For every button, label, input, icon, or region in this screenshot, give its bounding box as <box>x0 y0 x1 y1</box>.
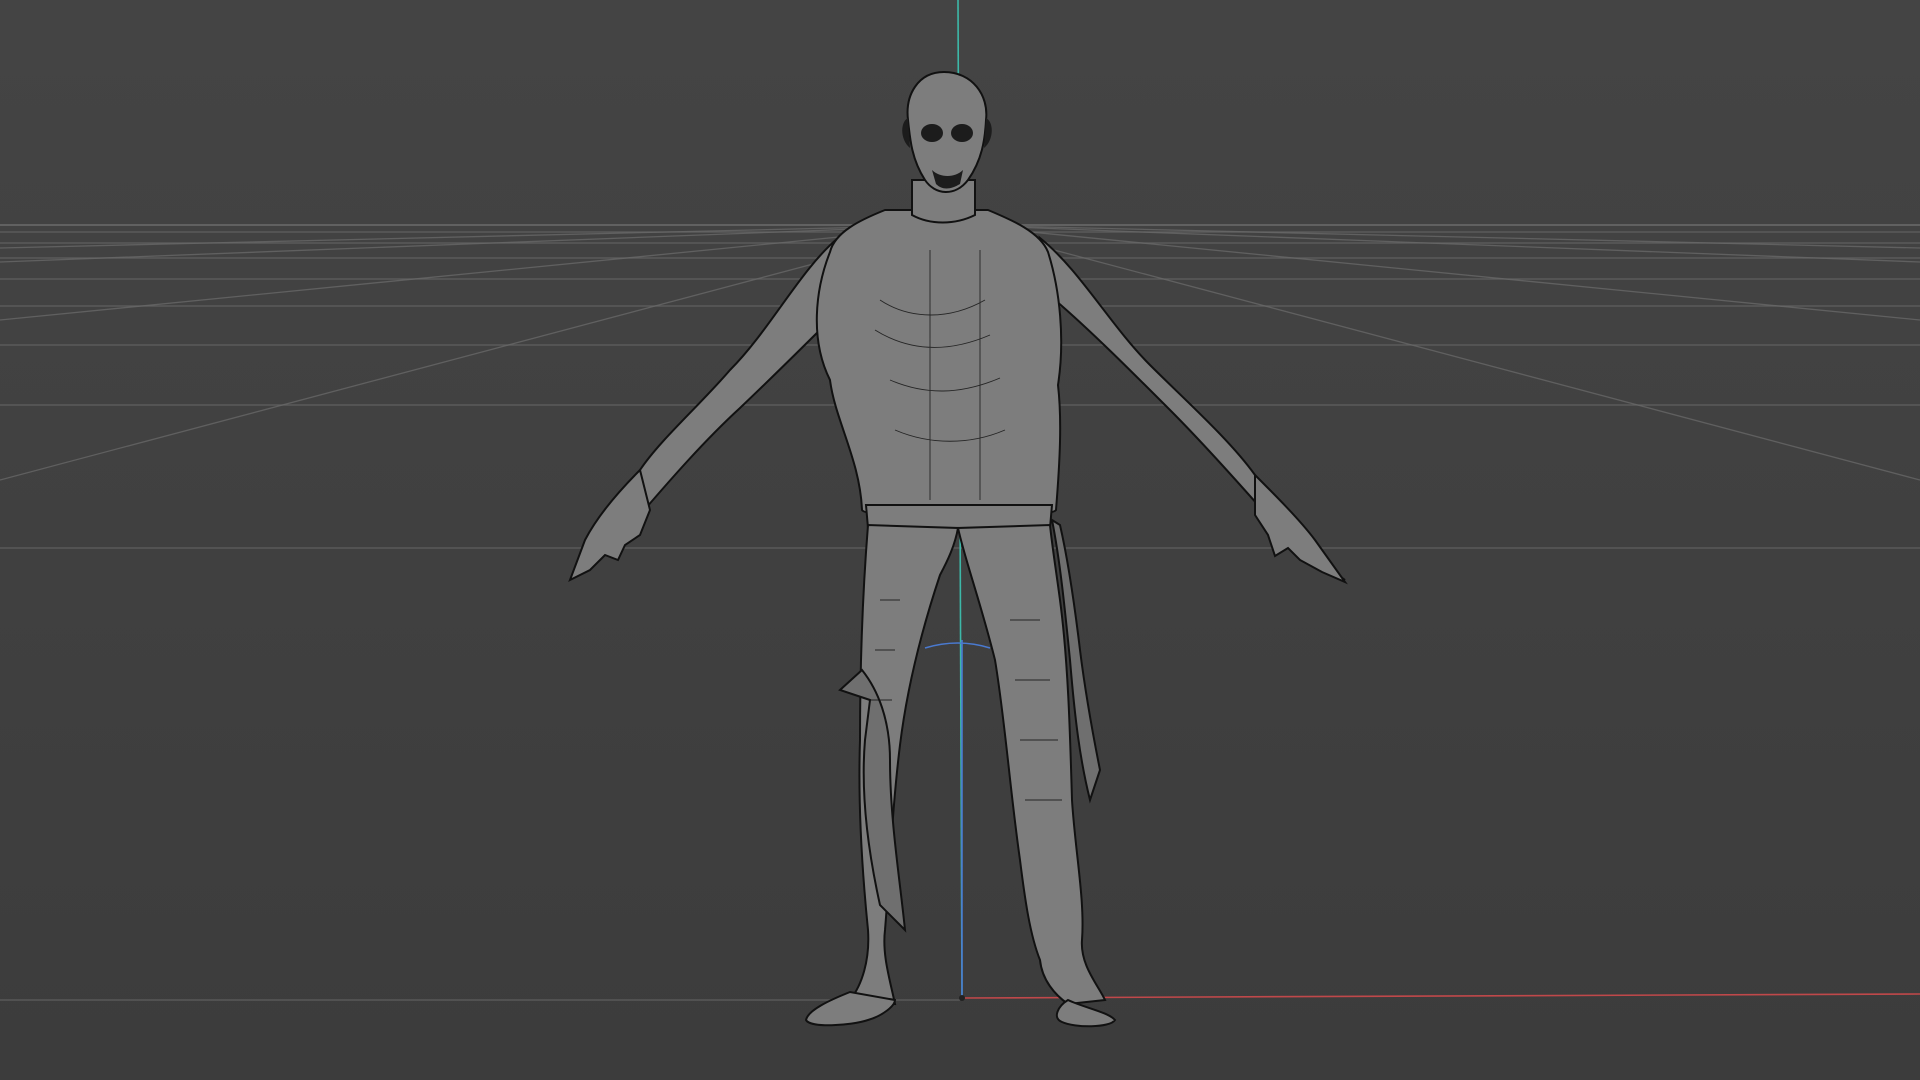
viewport-canvas[interactable] <box>0 0 1920 1080</box>
left-eye-socket <box>921 124 943 142</box>
right-hand[interactable] <box>1254 472 1348 585</box>
waistband[interactable] <box>864 504 1054 529</box>
right-eye-socket <box>951 124 973 142</box>
z-axis-line <box>924 642 991 649</box>
left-hand[interactable] <box>568 468 652 583</box>
head[interactable] <box>906 70 988 193</box>
right-foot[interactable] <box>1055 998 1117 1028</box>
character-mesh[interactable] <box>568 70 1348 1028</box>
left-foot[interactable] <box>804 990 897 1027</box>
grid-line <box>959 224 1920 481</box>
grid-line <box>0 224 961 249</box>
3d-viewport[interactable] <box>0 0 1920 1080</box>
grid-line <box>959 224 1920 249</box>
x-axis-line <box>961 993 1920 999</box>
torso[interactable] <box>815 209 1063 519</box>
world-origin <box>959 995 965 1001</box>
